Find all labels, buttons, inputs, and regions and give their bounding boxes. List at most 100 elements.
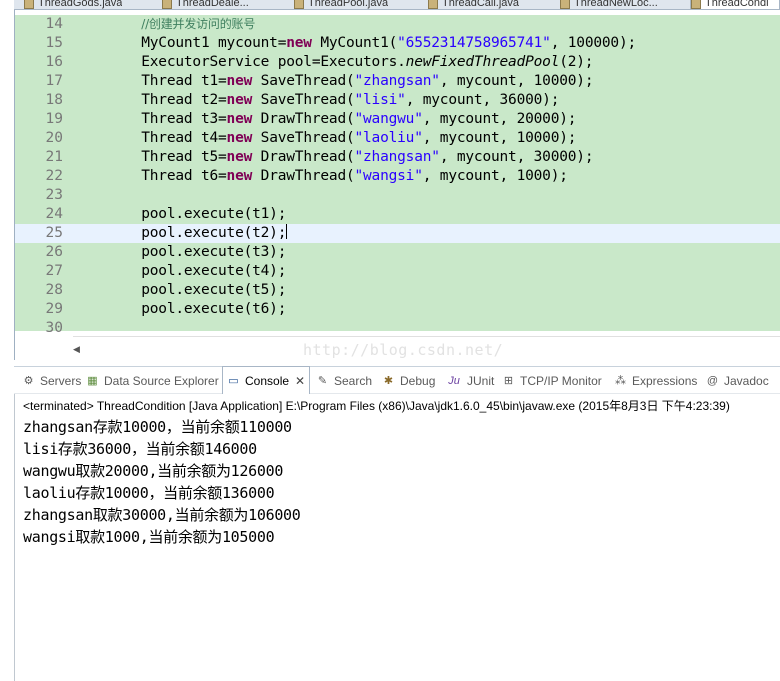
- code-line[interactable]: 23: [15, 186, 780, 205]
- string-token: "zhangsan": [354, 149, 441, 165]
- line-number: 28: [45, 282, 63, 298]
- editor-tab-label: ThreadCall.java: [442, 0, 520, 9]
- keyword-token: new: [226, 111, 253, 127]
- console-output-line: lisi存款36000，当前余额146000: [23, 440, 257, 458]
- view-tab-debug[interactable]: ✱ Debug: [382, 367, 435, 395]
- editor-horizontal-scrollbar[interactable]: ◀ http://blog.csdn.net/: [73, 336, 780, 360]
- line-number: 29: [45, 301, 63, 317]
- java-file-icon: [428, 0, 438, 9]
- code-line[interactable]: 16 ExecutorService pool=Executors.newFix…: [15, 53, 780, 72]
- code-token: , mycount, 20000);: [422, 111, 577, 127]
- editor-tab-4[interactable]: ThreadNewLoc...: [560, 0, 658, 9]
- code-text: Thread t5=new DrawThread("zhangsan", myc…: [73, 148, 593, 167]
- code-editor[interactable]: 14 //创建并发访问的账号 15 MyCount1 mycount=new My…: [14, 10, 780, 360]
- line-number: 14: [45, 16, 63, 32]
- line-number: 26: [45, 244, 63, 260]
- java-file-icon: [560, 0, 570, 9]
- code-text: Thread t6=new DrawThread("wangsi", mycou…: [73, 167, 568, 186]
- code-token: pool.execute(t2);: [73, 225, 287, 241]
- view-tab-label: TCP/IP Monitor: [520, 374, 602, 388]
- data-source-icon: ▦: [87, 374, 98, 387]
- view-tab-servers[interactable]: ⚙ Servers: [22, 367, 82, 395]
- view-tab-data-source-explorer[interactable]: ▦ Data Source Explorer: [86, 367, 219, 395]
- console-process-header: <terminated> ThreadCondition [Java Appli…: [23, 399, 730, 413]
- code-line[interactable]: 20 Thread t4=new SaveThread("laoliu", my…: [15, 129, 780, 148]
- code-line[interactable]: 27 pool.execute(t4);: [15, 262, 780, 281]
- code-token: SaveThread(: [252, 73, 355, 89]
- code-line[interactable]: 24 pool.execute(t1);: [15, 205, 780, 224]
- line-number: 17: [45, 73, 63, 89]
- view-tab-console[interactable]: ▭ Console ✕: [222, 366, 311, 395]
- code-token: Thread t5=: [73, 149, 227, 165]
- code-line-current[interactable]: 25 pool.execute(t2);: [15, 224, 780, 243]
- code-text: pool.execute(t5);: [73, 281, 286, 300]
- comment-token: //创建并发访问的账号: [141, 17, 256, 31]
- code-line[interactable]: 17 Thread t1=new SaveThread("zhangsan", …: [15, 72, 780, 91]
- close-icon[interactable]: ✕: [295, 374, 305, 388]
- code-line[interactable]: 30: [15, 319, 780, 336]
- line-number: 20: [45, 130, 63, 146]
- code-line[interactable]: 14 //创建并发访问的账号: [15, 15, 780, 34]
- view-tab-javadoc[interactable]: @ Javadoc: [706, 367, 769, 395]
- line-number: 19: [45, 111, 63, 127]
- view-tab-label: Javadoc: [724, 374, 769, 388]
- code-token: , mycount, 36000);: [405, 92, 560, 108]
- line-number: 21: [45, 149, 63, 165]
- code-text: //创建并发访问的账号: [73, 15, 255, 34]
- code-text: pool.execute(t4);: [73, 262, 286, 281]
- static-method-token: newFixedThreadPool: [405, 54, 560, 70]
- code-line[interactable]: 19 Thread t3=new DrawThread("wangwu", my…: [15, 110, 780, 129]
- editor-tab-strip: ThreadGods.java ThreadDeale... ThreadPoo…: [14, 0, 780, 10]
- code-line[interactable]: 22 Thread t6=new DrawThread("wangsi", my…: [15, 167, 780, 186]
- code-token: , mycount, 10000);: [422, 130, 577, 146]
- editor-lines: 14 //创建并发访问的账号 15 MyCount1 mycount=new My…: [15, 15, 780, 336]
- line-number: 25: [45, 225, 63, 241]
- view-tab-label: Expressions: [632, 374, 698, 388]
- scroll-left-arrow-icon[interactable]: ◀: [73, 344, 80, 355]
- code-line[interactable]: 21 Thread t5=new DrawThread("zhangsan", …: [15, 148, 780, 167]
- view-tab-expressions[interactable]: ⁂ Expressions: [614, 367, 697, 395]
- console-view[interactable]: <terminated> ThreadCondition [Java Appli…: [14, 394, 780, 681]
- string-token: "wangwu": [354, 111, 423, 127]
- editor-tab-label: ThreadNewLoc...: [574, 0, 658, 9]
- views-tab-bar: ⚙ Servers ▦ Data Source Explorer ▭ Console ✕ ✎ S…: [14, 366, 780, 395]
- search-icon: ✎: [317, 374, 328, 387]
- code-token: SaveThread(: [252, 130, 355, 146]
- code-token: , mycount, 1000);: [422, 168, 568, 184]
- code-line[interactable]: 18 Thread t2=new SaveThread("lisi", myco…: [15, 91, 780, 110]
- view-tab-label: JUnit: [467, 374, 495, 388]
- code-line[interactable]: 26 pool.execute(t3);: [15, 243, 780, 262]
- view-tab-search[interactable]: ✎ Search: [316, 367, 372, 395]
- string-token: "zhangsan": [354, 73, 441, 89]
- view-tab-label: Search: [334, 374, 373, 388]
- code-line[interactable]: 28 pool.execute(t5);: [15, 281, 780, 300]
- code-token: ExecutorService pool=Executors.: [73, 54, 406, 70]
- view-tab-label: Data Source Explorer: [104, 374, 219, 388]
- servers-icon: ⚙: [23, 374, 34, 387]
- java-file-icon: [691, 0, 701, 9]
- java-file-icon: [162, 0, 172, 9]
- code-text: pool.execute(t6);: [73, 300, 286, 319]
- code-text: Thread t3=new DrawThread("wangwu", mycou…: [73, 110, 576, 129]
- code-token: pool.execute(t5);: [73, 282, 287, 298]
- editor-tab-3[interactable]: ThreadCall.java: [428, 0, 520, 9]
- code-token: , mycount, 10000);: [439, 73, 594, 89]
- keyword-token: new: [226, 92, 253, 108]
- editor-tab-0[interactable]: ThreadGods.java: [24, 0, 122, 9]
- line-number: 23: [45, 187, 63, 203]
- code-token: Thread t6=: [73, 168, 227, 184]
- keyword-token: new: [226, 130, 253, 146]
- editor-tab-label: ThreadDeale...: [176, 0, 249, 9]
- view-tab-tcp-ip-monitor[interactable]: ⊞ TCP/IP Monitor: [502, 367, 602, 395]
- debug-icon: ✱: [383, 374, 394, 387]
- code-line[interactable]: 15 MyCount1 mycount=new MyCount1("655231…: [15, 34, 780, 53]
- editor-tab-1[interactable]: ThreadDeale...: [162, 0, 249, 9]
- editor-tab-5[interactable]: ThreadCondi: [690, 0, 780, 9]
- console-icon: ▭: [228, 374, 239, 387]
- code-line[interactable]: 29 pool.execute(t6);: [15, 300, 780, 319]
- code-text: Thread t4=new SaveThread("laoliu", mycou…: [73, 129, 576, 148]
- code-token: , 100000);: [550, 35, 637, 51]
- code-text: Thread t1=new SaveThread("zhangsan", myc…: [73, 72, 593, 91]
- editor-tab-2[interactable]: ThreadPool.java: [294, 0, 388, 9]
- view-tab-junit[interactable]: Ju JUnit: [446, 367, 494, 395]
